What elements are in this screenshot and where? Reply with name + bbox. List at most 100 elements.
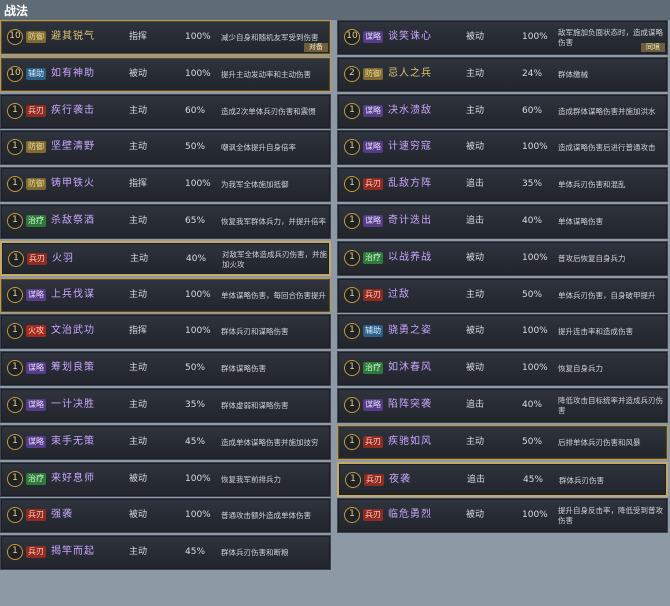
trigger-rate: 100% — [522, 252, 548, 263]
tactic-card[interactable]: 1 防御 铸甲铁火 指挥 100% 为我军全体施加抵御 — [0, 167, 331, 203]
tactic-description: 群体兵刃伤害和断粮 — [221, 548, 289, 558]
tactic-description: 后排单体兵刃伤害和风暴 — [558, 437, 641, 447]
trigger-rate: 100% — [522, 510, 548, 521]
tactic-description: 提升连击率和造成伤害 — [558, 327, 633, 337]
tactic-name: 强袭 — [51, 509, 73, 521]
tactic-description: 造成谋略伤害后进行普通攻击 — [558, 143, 656, 153]
level-badge: 1 — [344, 360, 360, 377]
level-badge: 1 — [344, 433, 360, 450]
level-badge: 1 — [7, 544, 23, 561]
tactic-type-badge: 辅助 — [26, 67, 46, 80]
trigger-rate: 100% — [185, 510, 211, 521]
tactic-type-badge: 谋略 — [363, 214, 383, 227]
trigger-rate: 35% — [522, 179, 543, 190]
tactic-type-badge: 兵刃 — [26, 509, 46, 522]
tactic-card[interactable]: 1 谋略 筹划良策 主动 50% 群体谋略伤害 — [0, 351, 331, 387]
tactic-name: 杀敌祭酒 — [51, 214, 95, 226]
trigger-rate: 50% — [522, 289, 543, 300]
trigger-rate: 24% — [522, 68, 543, 79]
tactic-card[interactable]: 1 火攻 文治武功 指挥 100% 群体兵刃和谋略伤害 — [0, 314, 331, 350]
tactic-description: 造成群体谋略伤害并施加洪水 — [558, 106, 656, 116]
tactic-card[interactable]: 1 兵刃 疾行袭击 主动 60% 造成2次单体兵刃伤害和震慑 — [0, 93, 331, 129]
tactic-description: 群体兵刃伤害 — [559, 475, 604, 485]
trigger-rate: 100% — [185, 68, 211, 79]
tactic-description: 群体谋略伤害 — [221, 364, 266, 374]
tactic-card[interactable]: 10 防御 避其锐气 指挥 100% 减少自身和随机友军受到伤害 对备 — [0, 20, 331, 55]
tactic-card[interactable]: 1 谋略 一计决胜 主动 35% 群体虚弱和谋略伤害 — [0, 387, 331, 423]
trigger-rate: 50% — [522, 436, 543, 447]
tactic-name: 疾驰如风 — [388, 435, 432, 447]
tactic-type-badge: 防御 — [26, 141, 46, 154]
tactic-type-badge: 治疗 — [363, 251, 383, 264]
tactic-card[interactable]: 1 谋略 决水溃敌 主动 60% 造成群体谋略伤害并施加洪水 — [337, 93, 668, 129]
tactic-description: 单体兵刃伤害和混乱 — [558, 180, 626, 190]
tactic-type-badge: 谋略 — [363, 104, 383, 117]
tactics-list-right: 10 谋略 谈笑诛心 被动 100% 敌军施加负面状态时，造成谋略伤害 同境 2… — [337, 20, 670, 535]
tactic-card[interactable]: 1 谋略 束手无策 主动 45% 造成单体谋略伤害并施加技穷 — [0, 424, 331, 460]
tactic-category: 被动 — [466, 363, 485, 374]
level-badge: 2 — [344, 65, 360, 82]
tactic-card[interactable]: 1 兵刃 临危勇烈 被动 100% 提升自身反击率，降低受到普攻伤害 — [337, 498, 668, 534]
tactic-card[interactable]: 1 治疗 如沐春风 被动 100% 恢复自身兵力 — [337, 351, 668, 387]
tactic-category: 被动 — [466, 510, 485, 521]
tactic-card[interactable]: 1 防御 坚壁清野 主动 50% 嘲讽全体提升自身倍率 — [0, 130, 331, 166]
trigger-rate: 100% — [185, 32, 211, 42]
tactic-category: 被动 — [466, 32, 485, 42]
tactic-name: 坚壁清野 — [51, 141, 95, 153]
tactic-category: 主动 — [130, 253, 149, 264]
tactic-name: 乱敌方阵 — [388, 178, 432, 190]
tactic-card[interactable]: 1 谋略 计速穷寇 被动 100% 造成谋略伤害后进行普通攻击 — [337, 130, 668, 166]
tactic-card[interactable]: 1 兵刃 火羽 主动 40% 对敌军全体造成兵刃伤害，并施加火攻 — [0, 240, 331, 276]
tactic-card[interactable]: 1 治疗 杀敌祭酒 主动 65% 恢复我军群体兵力，并提升倍率 — [0, 203, 331, 239]
trigger-rate: 100% — [522, 363, 548, 374]
tactic-name: 筹划良策 — [51, 362, 95, 374]
tactic-card[interactable]: 1 治疗 来好息师 被动 100% 恢复我军前排兵力 — [0, 461, 331, 497]
tactic-type-badge: 兵刃 — [363, 288, 383, 301]
tactic-card[interactable]: 1 谋略 上兵伐谋 主动 100% 单体谋略伤害，每回合伤害提升 — [0, 277, 331, 313]
tactic-card[interactable]: 1 治疗 以战养战 被动 100% 普攻后恢复自身兵力 — [337, 240, 668, 276]
tactic-category: 主动 — [466, 105, 485, 116]
tactic-tag: 对备 — [304, 43, 328, 52]
tactic-card[interactable]: 1 谋略 陷阵突袭 追击 40% 降低攻击目标统率并造成兵刃伤害 — [337, 387, 668, 423]
tactic-card[interactable]: 1 兵刃 过敌 主动 50% 单体兵刃伤害，自身破甲提升 — [337, 277, 668, 313]
tactic-type-badge: 兵刃 — [26, 104, 46, 117]
tactic-card[interactable]: 1 兵刃 乱敌方阵 追击 35% 单体兵刃伤害和混乱 — [337, 167, 668, 203]
tactic-description: 嘲讽全体提升自身倍率 — [221, 143, 296, 153]
tactic-name: 谈笑诛心 — [388, 31, 432, 42]
tactic-type-badge: 兵刃 — [27, 252, 47, 265]
tactic-category: 指挥 — [129, 32, 148, 42]
tactic-card[interactable]: 10 辅助 如有神助 被动 100% 提升主动发动率和主动伤害 — [0, 56, 331, 92]
tactic-description: 造成2次单体兵刃伤害和震慑 — [221, 106, 316, 116]
tactic-card[interactable]: 2 防御 忌人之兵 主动 24% 群体缴械 — [337, 56, 668, 92]
tactic-card[interactable]: 10 谋略 谈笑诛心 被动 100% 敌军施加负面状态时，造成谋略伤害 同境 — [337, 20, 668, 55]
tactic-card[interactable]: 1 兵刃 强袭 被动 100% 普通攻击额外造成单体伤害 — [0, 498, 331, 534]
level-badge: 1 — [7, 470, 23, 487]
trigger-rate: 100% — [522, 326, 548, 337]
tactic-description: 普通攻击额外造成单体伤害 — [221, 511, 311, 521]
tactic-category: 被动 — [466, 326, 485, 337]
tactic-card[interactable]: 1 兵刃 疾驰如风 主动 50% 后排单体兵刃伤害和风暴 — [337, 424, 668, 460]
trigger-rate: 100% — [522, 32, 548, 42]
tactic-category: 主动 — [129, 399, 148, 410]
tactic-tag: 同境 — [641, 43, 665, 52]
tactic-description: 单体谋略伤害 — [558, 216, 603, 226]
trigger-rate: 100% — [185, 179, 211, 190]
trigger-rate: 45% — [185, 436, 206, 447]
tactic-card[interactable]: 1 谋略 奇计迭出 追击 40% 单体谋略伤害 — [337, 203, 668, 239]
tactic-category: 主动 — [129, 215, 148, 226]
tactic-type-badge: 谋略 — [363, 398, 383, 411]
trigger-rate: 50% — [185, 142, 206, 153]
tactic-card[interactable]: 1 兵刃 揭竿而起 主动 45% 群体兵刃伤害和断粮 — [0, 535, 331, 571]
tactic-type-badge: 兵刃 — [363, 435, 383, 448]
tactic-card[interactable]: 1 兵刃 夜袭 追击 45% 群体兵刃伤害 — [337, 461, 668, 497]
tactic-name: 束手无策 — [51, 435, 95, 447]
tactic-card[interactable]: 1 辅助 骁勇之姿 被动 100% 提升连击率和造成伤害 — [337, 314, 668, 350]
tactic-name: 过敌 — [388, 288, 410, 300]
tactic-category: 主动 — [466, 289, 485, 300]
tactic-type-badge: 谋略 — [26, 288, 46, 301]
tactic-description: 群体兵刃和谋略伤害 — [221, 327, 289, 337]
tactic-category: 主动 — [129, 436, 148, 447]
tactic-type-badge: 辅助 — [363, 325, 383, 338]
tactic-description: 恢复我军群体兵力，并提升倍率 — [221, 216, 326, 226]
level-badge: 1 — [8, 250, 24, 267]
